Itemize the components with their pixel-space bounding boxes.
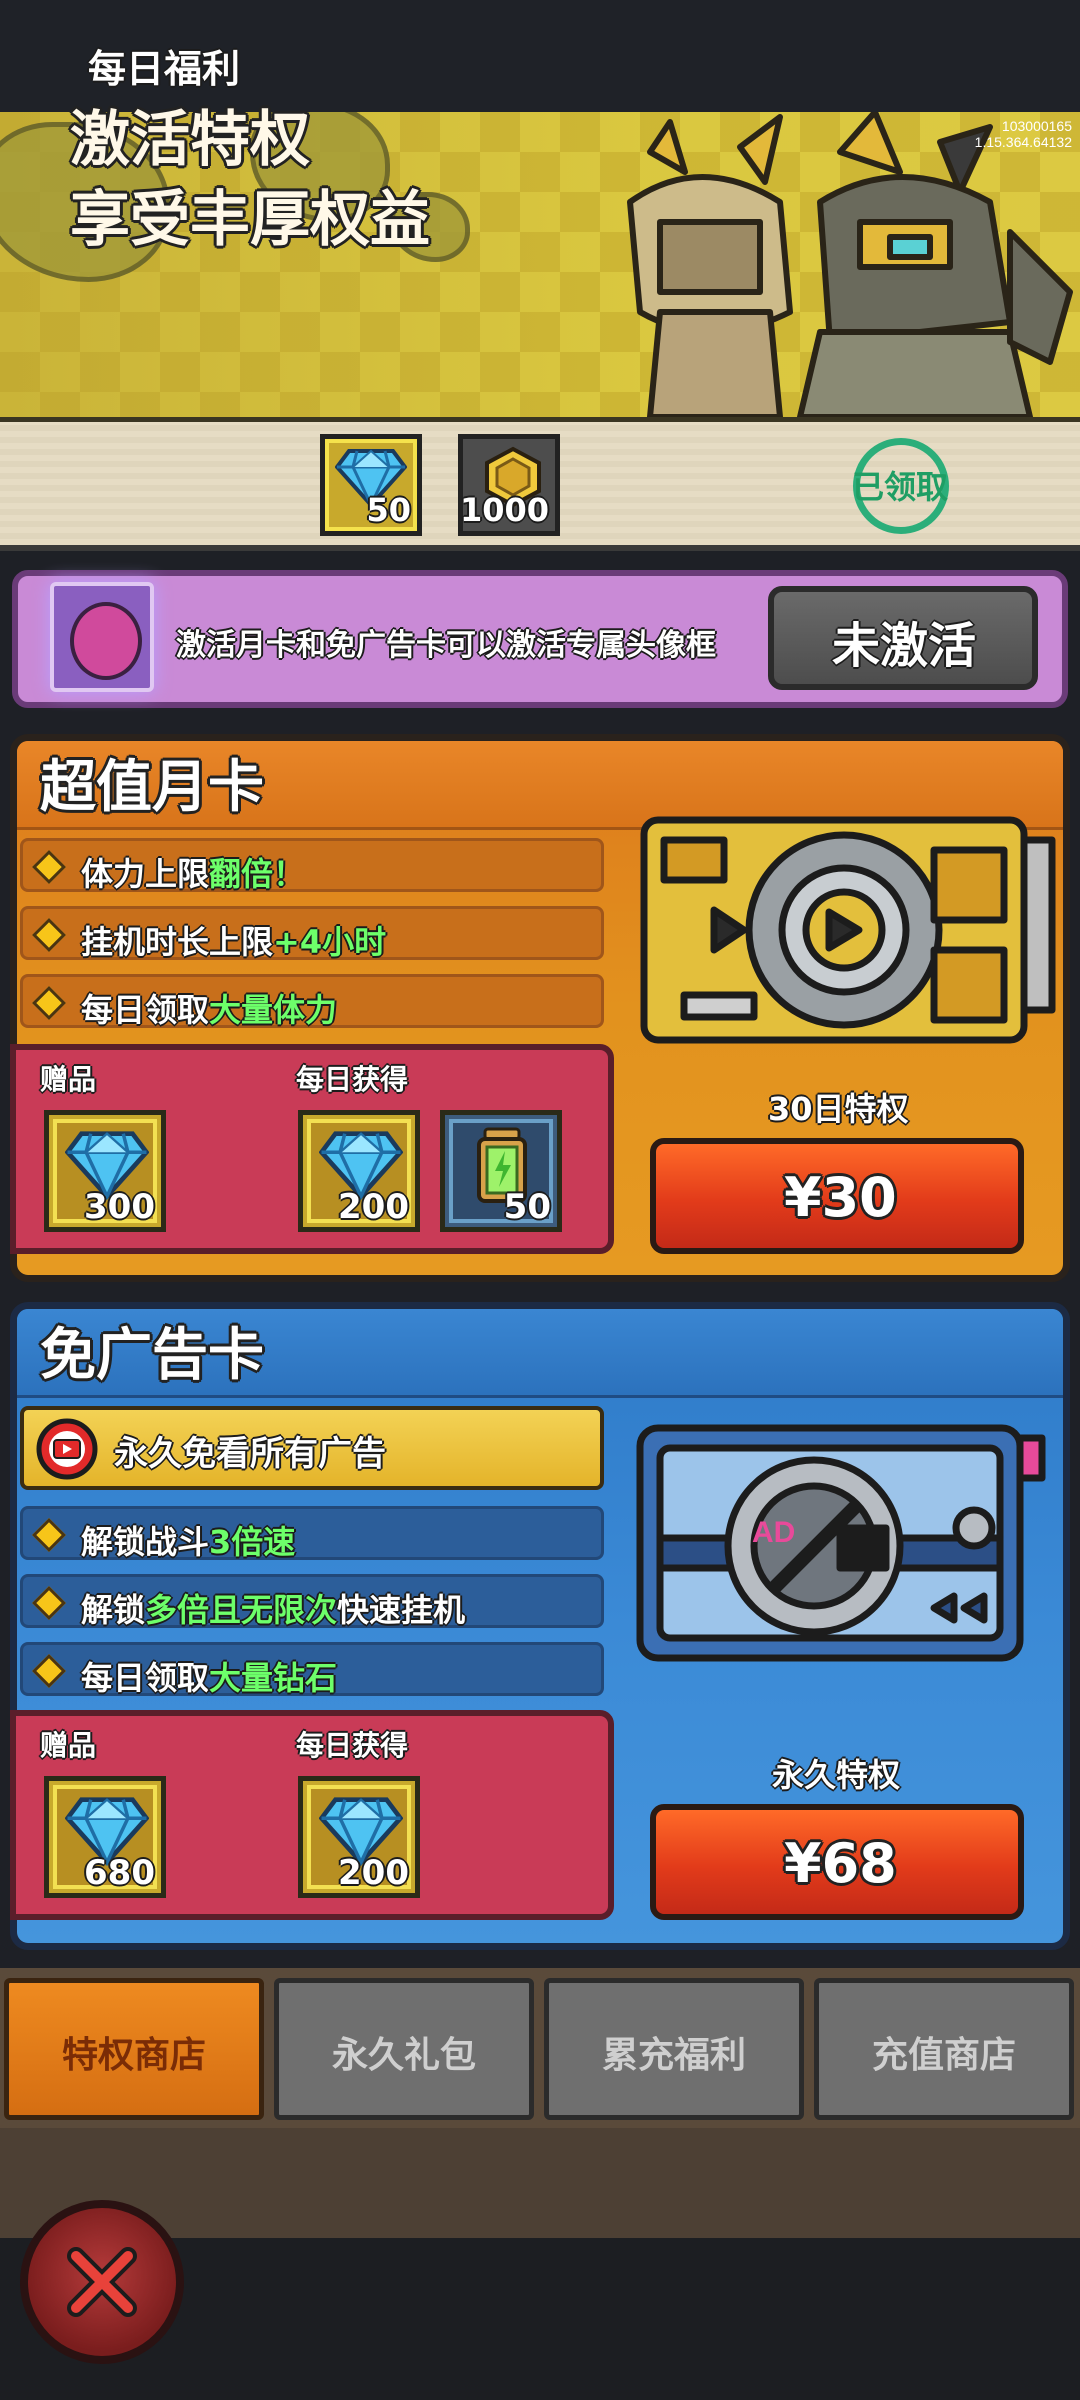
diamond-bullet-icon: [32, 850, 66, 884]
noad-card-title: 免广告卡: [40, 1323, 264, 1388]
monthly-daily-diamond[interactable]: 200: [298, 1110, 420, 1232]
version-number: 1.15.364.64132: [974, 134, 1072, 150]
noad-daily-label: 每日获得: [296, 1729, 409, 1762]
reward-count: 680: [84, 1853, 155, 1893]
noad-duration-label: 永久特权: [772, 1756, 901, 1794]
diamond-bullet-icon: [32, 1518, 66, 1552]
avatar-frame-icon: [50, 582, 154, 692]
feature-highlight: 多倍且无限次: [145, 1591, 338, 1629]
monthly-card-illustration: [640, 816, 1056, 1044]
monthly-duration-label: 30日特权: [768, 1090, 909, 1128]
feature-text: 解锁: [81, 1591, 146, 1629]
monthly-daily-energy[interactable]: 50: [440, 1110, 562, 1232]
noad-feature-row: 每日领取大量钻石: [20, 1642, 604, 1697]
feature-highlight: 3倍速: [209, 1523, 296, 1561]
feature-text: 挂机时长上限: [81, 923, 274, 961]
feature-highlight: 翻倍！: [209, 855, 306, 893]
daily-rewards-label: 每日福利: [88, 47, 241, 91]
diamond-bullet-icon: [32, 986, 66, 1020]
banner-title: 激活特权 享受丰厚权益: [70, 100, 430, 260]
ad-block-icon: [36, 1418, 98, 1480]
ad-text: AD: [752, 1516, 795, 1549]
monthly-feature-row: 挂机时长上限+4小时: [20, 906, 604, 961]
reward-count: 200: [338, 1853, 409, 1893]
monthly-feature-row: 体力上限翻倍！: [20, 838, 604, 893]
feature-text: 解锁战斗: [81, 1523, 210, 1561]
feature-highlight: +4小时: [273, 923, 387, 961]
banner-title-line1: 激活特权: [70, 105, 310, 175]
feature-text: 每日领取: [81, 991, 210, 1029]
not-activated-button-label: 未激活: [832, 618, 977, 674]
reward-count: 50: [503, 1187, 551, 1227]
avatar-promo-text: 激活月卡和免广告卡可以激活专属头像框: [176, 628, 716, 663]
diamond-bullet-icon: [32, 918, 66, 952]
diamond-bullet-icon: [32, 1586, 66, 1620]
noad-main-feature-text: 永久免看所有广告: [114, 1434, 386, 1474]
noad-main-feature: 永久免看所有广告: [20, 1406, 604, 1490]
noad-card-illustration: AD: [636, 1424, 1046, 1662]
noad-gift-label: 赠品: [40, 1729, 97, 1762]
daily-reward-diamond[interactable]: 50: [320, 434, 422, 536]
lower-panel: [0, 2128, 1080, 2238]
close-button[interactable]: [20, 2200, 184, 2364]
noad-daily-diamond[interactable]: 200: [298, 1776, 420, 1898]
feature-highlight: 大量体力: [209, 991, 338, 1029]
daily-reward-diamond-count: 50: [366, 491, 411, 529]
monthly-feature-row: 每日领取大量体力: [20, 974, 604, 1029]
monthly-price-label: ¥30: [784, 1166, 897, 1229]
monthly-gift-label: 赠品: [40, 1063, 97, 1096]
banner-title-line2: 享受丰厚权益: [70, 185, 430, 255]
noad-gift-diamond[interactable]: 680: [44, 1776, 166, 1898]
feature-text: 每日领取: [81, 1659, 210, 1697]
claimed-label: 已领取: [852, 468, 949, 506]
feature-text: 体力上限: [81, 855, 210, 893]
version-info: 103000165 1.15.364.64132: [975, 118, 1072, 150]
monthly-card-title: 超值月卡: [40, 755, 264, 820]
daily-reward-coin-count: 1000: [459, 491, 549, 529]
reward-count: 200: [338, 1187, 409, 1227]
noad-price-label: ¥68: [784, 1832, 897, 1895]
robot-character-illustration: [627, 112, 1073, 417]
build-id: 103000165: [1001, 118, 1072, 134]
close-icon: [67, 2247, 137, 2317]
feature-highlight: 大量钻石: [209, 1659, 338, 1697]
noad-feature-row: 解锁战斗3倍速: [20, 1506, 604, 1561]
monthly-gift-diamond[interactable]: 300: [44, 1110, 166, 1232]
tab-privilege-shop-label: 特权商店: [62, 2035, 207, 2076]
feature-suffix: 快速挂机: [337, 1591, 466, 1629]
diamond-bullet-icon: [32, 1654, 66, 1688]
monthly-daily-label: 每日获得: [296, 1063, 409, 1096]
tab-cumulative-rewards-label: 累充福利: [602, 2035, 747, 2076]
tab-permanent-pack-label: 永久礼包: [332, 2035, 477, 2076]
daily-reward-coin[interactable]: 1000: [458, 434, 560, 536]
tab-recharge-shop-label: 充值商店: [872, 2035, 1017, 2076]
reward-count: 300: [84, 1187, 155, 1227]
noad-feature-row: 解锁多倍且无限次快速挂机: [20, 1574, 604, 1629]
